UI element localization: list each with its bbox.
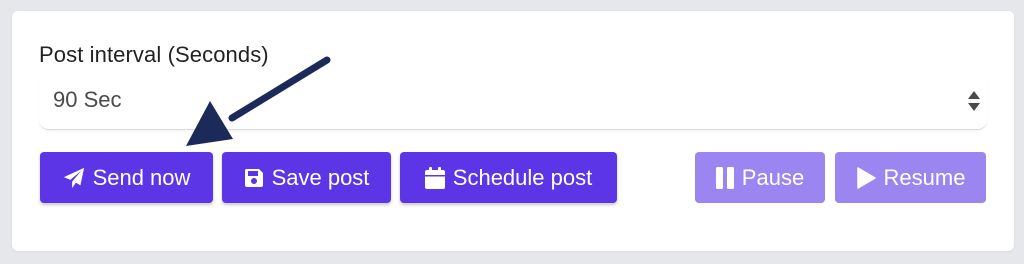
resume-label: Resume: [883, 164, 966, 190]
save-post-button[interactable]: Save post: [222, 152, 391, 203]
post-settings-card: Post interval (Seconds) 90 Sec Send now …: [12, 11, 1014, 251]
schedule-post-label: Schedule post: [452, 164, 593, 190]
play-icon: [856, 166, 876, 189]
send-now-button[interactable]: Send now: [40, 152, 213, 203]
save-post-label: Save post: [271, 164, 370, 190]
pause-button[interactable]: Pause: [695, 152, 825, 203]
resume-button[interactable]: Resume: [835, 152, 986, 203]
calendar-icon: [424, 166, 445, 189]
schedule-post-button[interactable]: Schedule post: [400, 152, 617, 203]
paper-plane-icon: [63, 167, 84, 188]
sort-arrows-icon: [968, 91, 980, 111]
post-interval-label: Post interval (Seconds): [39, 42, 269, 67]
post-interval-select[interactable]: 90 Sec: [39, 77, 987, 130]
post-interval-value: 90 Sec: [53, 87, 122, 112]
floppy-disk-icon: [244, 168, 263, 187]
send-now-label: Send now: [92, 164, 191, 190]
pause-label: Pause: [741, 164, 805, 190]
pause-icon: [715, 166, 734, 189]
